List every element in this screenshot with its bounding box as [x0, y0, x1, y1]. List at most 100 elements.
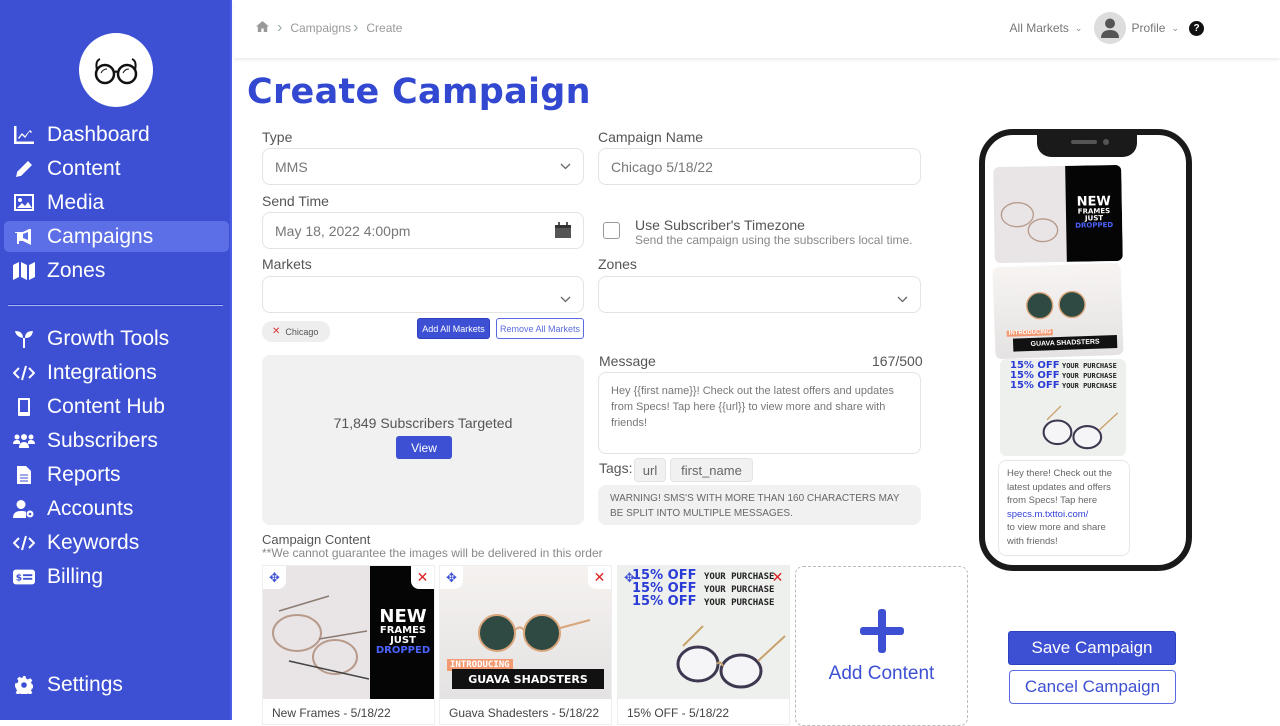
tag-first-name[interactable]: first_name	[670, 458, 753, 482]
tags-label: Tags:	[599, 460, 633, 476]
remove-icon[interactable]: ✕	[272, 326, 280, 337]
zones-label: Zones	[598, 256, 637, 272]
sidebar-item-label: Zones	[47, 258, 106, 282]
code-icon	[13, 362, 35, 384]
sidebar-item-media[interactable]: Media	[4, 187, 229, 218]
glasses-icon	[94, 58, 138, 85]
view-subscribers-button[interactable]: View	[396, 436, 452, 459]
markets-select[interactable]	[262, 276, 584, 313]
sidebar-item-reports[interactable]: Reports	[4, 459, 229, 490]
remove-all-markets-button[interactable]: Remove All Markets	[496, 318, 584, 339]
sidebar-item-label: Accounts	[47, 496, 134, 520]
sidebar-item-integrations[interactable]: Integrations	[4, 357, 229, 388]
sidebar-item-label: Content	[47, 156, 121, 180]
content-card[interactable]: INTRODUCING GUAVA SHADSTERS ✥ ✕ Guava Sh…	[439, 565, 612, 725]
sidebar-item-zones[interactable]: Zones	[4, 255, 229, 286]
send-time-input[interactable]: May 18, 2022 4:00pm	[262, 212, 584, 249]
phone-preview: NEW FRAMES JUST DROPPED INTRODUCING GUAV…	[979, 129, 1192, 571]
bullhorn-icon	[13, 226, 35, 248]
add-all-markets-button[interactable]: Add All Markets	[417, 318, 490, 339]
content-caption: 15% OFF - 5/18/22	[627, 706, 730, 720]
sidebar-item-label: Keywords	[47, 530, 140, 554]
chevron-right-icon: ›	[277, 19, 283, 36]
sidebar-item-subscribers[interactable]: Subscribers	[4, 425, 229, 456]
users-icon	[13, 430, 35, 452]
add-content-button[interactable]: Add Content	[795, 566, 968, 726]
svg-text:$: $	[16, 572, 22, 583]
sidebar-item-content-hub[interactable]: Content Hub	[4, 391, 229, 422]
sidebar-divider	[8, 304, 223, 306]
sidebar-item-label: Integrations	[47, 360, 157, 384]
map-icon	[13, 260, 35, 282]
sidebar-item-label: Billing	[47, 564, 104, 588]
drag-handle-icon[interactable]: ✥	[263, 566, 286, 589]
message-textarea[interactable]: Hey {{first name}}! Check out the latest…	[598, 372, 921, 454]
home-icon[interactable]	[256, 21, 269, 35]
save-campaign-button[interactable]: Save Campaign	[1008, 631, 1176, 665]
content-card[interactable]: 15% OFF YOUR PURCHASE 15% OFF YOUR PURCHAS…	[617, 565, 790, 725]
preview-message-bubble: Hey there! Check out the latest updates …	[998, 460, 1130, 556]
code-icon	[13, 532, 35, 554]
breadcrumb: › Campaigns › Create	[256, 19, 402, 37]
sidebar-item-growth-tools[interactable]: Growth Tools	[4, 323, 229, 354]
user-icon	[1101, 18, 1120, 38]
money-check-icon: $	[13, 566, 35, 588]
preview-message-text: Hey there! Check out the latest updates …	[1007, 468, 1113, 506]
markets-dropdown[interactable]: All Markets ⌄	[1010, 21, 1083, 35]
chart-line-icon	[13, 124, 35, 146]
breadcrumb-campaigns[interactable]: Campaigns	[290, 21, 351, 35]
add-content-label: Add Content	[828, 663, 935, 684]
tag-url[interactable]: url	[634, 458, 666, 482]
phone-notch	[1037, 135, 1137, 157]
content-image-new-frames: NEW FRAMES JUST DROPPED	[263, 566, 434, 699]
help-icon[interactable]: ?	[1189, 20, 1204, 36]
delete-icon[interactable]: ✕	[588, 566, 611, 589]
zones-select[interactable]	[598, 276, 921, 313]
type-label: Type	[262, 129, 293, 145]
timezone-help: Send the campaign using the subscribers …	[635, 233, 913, 247]
sidebar-item-campaigns[interactable]: Campaigns	[4, 221, 229, 252]
preview-link[interactable]: specs.m.txttoi.com/	[1007, 508, 1121, 522]
avatar[interactable]	[1094, 12, 1127, 44]
delete-icon[interactable]: ✕	[411, 566, 434, 589]
file-icon	[13, 464, 35, 486]
calendar-icon[interactable]	[555, 222, 571, 241]
campaign-content-note: **We cannot guarantee the images will be…	[262, 546, 603, 560]
chevron-down-icon	[897, 292, 908, 306]
sidebar-item-label: Reports	[47, 462, 121, 486]
campaign-name-input[interactable]: Chicago 5/18/22	[598, 148, 921, 185]
content-caption: New Frames - 5/18/22	[272, 706, 391, 720]
sidebar-item-billing[interactable]: $ Billing	[4, 561, 229, 592]
message-char-count: 167/500	[872, 353, 923, 369]
chevron-down-icon	[560, 292, 571, 306]
logo[interactable]	[79, 33, 153, 107]
subscribers-targeted-count: 71,849 Subscribers Targeted	[333, 415, 513, 431]
sidebar-item-settings[interactable]: Settings	[4, 669, 229, 700]
send-time-label: Send Time	[262, 193, 329, 209]
chevron-right-icon: ›	[353, 19, 359, 36]
drag-handle-icon[interactable]: ✥	[440, 566, 463, 589]
sidebar-item-label: Subscribers	[47, 428, 158, 452]
sidebar-item-label: Campaigns	[47, 224, 154, 248]
drag-handle-icon[interactable]: ✥	[618, 566, 641, 589]
sidebar-item-accounts[interactable]: Accounts	[4, 493, 229, 524]
preview-image-guava: INTRODUCING GUAVA SHADSTERS	[992, 262, 1124, 360]
content-image-15-off: 15% OFF YOUR PURCHASE 15% OFF YOUR PURCHAS…	[618, 566, 789, 699]
campaign-name-label: Campaign Name	[598, 129, 704, 145]
sidebar-item-dashboard[interactable]: Dashboard	[4, 119, 229, 150]
sidebar-item-keywords[interactable]: Keywords	[4, 527, 229, 558]
profile-label: Profile	[1131, 21, 1166, 35]
image-icon	[13, 192, 35, 214]
sidebar-item-label: Dashboard	[47, 122, 150, 146]
profile-dropdown[interactable]: Profile ⌄	[1131, 21, 1179, 35]
delete-icon[interactable]: ✕	[766, 566, 789, 589]
type-select[interactable]: MMS	[262, 148, 584, 185]
preview-image-new-frames: NEW FRAMES JUST DROPPED	[993, 164, 1123, 264]
content-card[interactable]: NEW FRAMES JUST DROPPED ✥ ✕ New Frames -…	[262, 565, 435, 725]
cancel-campaign-button[interactable]: Cancel Campaign	[1009, 670, 1176, 704]
chevron-down-icon: ⌄	[1074, 22, 1083, 33]
subscriber-timezone-checkbox[interactable]	[603, 222, 620, 239]
markets-label: All Markets	[1009, 21, 1069, 35]
sidebar-item-content[interactable]: Content	[4, 153, 229, 184]
sidebar: Dashboard Content Media Campaigns Zones …	[0, 0, 232, 720]
